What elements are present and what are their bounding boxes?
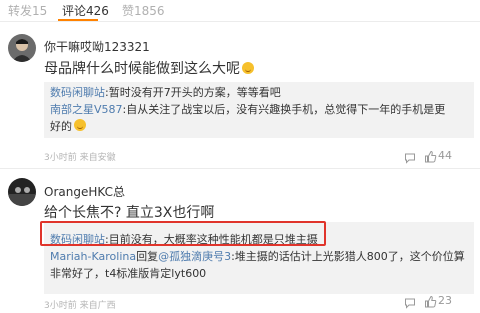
comment-content: 母品牌什么时候能做到这么大呢	[44, 58, 254, 78]
reply-author[interactable]: 数码闲聊站	[50, 86, 105, 99]
tab-reposts[interactable]: 转发15	[8, 2, 47, 19]
avatar[interactable]	[8, 34, 36, 62]
comment-username[interactable]: OrangeHKC总	[44, 183, 125, 200]
reply-text: 非常好了，t4标准版肯定lyt600	[50, 267, 207, 280]
reply-icon[interactable]	[404, 294, 416, 309]
reply-line: 南部之星V587:自从关注了战宝以后，没有兴趣换手机，总觉得下一年的手机是更	[50, 102, 445, 117]
tabs-divider	[0, 21, 480, 22]
comment-content: 给个长焦不? 直立3X也行啊	[44, 205, 215, 221]
comment-meta: 3小时前 来自安徽	[44, 153, 116, 163]
avatar[interactable]	[8, 178, 36, 206]
reply-mention[interactable]: @孤独滴庚号3	[158, 250, 231, 263]
like-count: 44	[438, 149, 452, 162]
reply-author[interactable]: Mariah-Karolina	[50, 250, 136, 263]
comment-username[interactable]: 你干嘛哎呦123321	[44, 38, 150, 55]
thumbs-up-icon[interactable]	[424, 148, 437, 163]
like-count: 23	[438, 294, 452, 307]
reply-icon[interactable]	[404, 149, 416, 164]
reply-text: :自从关注了战宝以后，没有兴趣换手机，总觉得下一年的手机是更	[122, 103, 446, 116]
tab-likes[interactable]: 赞1856	[122, 2, 165, 19]
comment-tabs: 转发15 评论426 赞1856	[0, 0, 480, 21]
reply-text: :暂时没有开7开头的方案，等等看吧	[105, 86, 281, 99]
smile-emoji-icon	[74, 119, 86, 131]
reply-text: :堆主摄的话估计上光影猎人800了，这个价位算	[231, 250, 465, 263]
reply-line: 好的	[50, 119, 86, 134]
reply-line: 数码闲聊站:暂时没有开7开头的方案，等等看吧	[50, 85, 281, 100]
tab-comments[interactable]: 评论426	[62, 2, 109, 19]
highlight-box	[40, 221, 326, 246]
reply-author[interactable]: 南部之星V587	[50, 103, 123, 116]
reply-line: Mariah-Karolina回复@孤独滴庚号3:堆主摄的话估计上光影猎人800…	[50, 249, 465, 264]
reply-line: 非常好了，t4标准版肯定lyt600	[50, 266, 206, 281]
smile-emoji-icon	[242, 62, 254, 74]
reply-text: 回复	[136, 250, 159, 263]
comment-divider	[0, 168, 480, 169]
reply-box[interactable]: 数码闲聊站:暂时没有开7开头的方案，等等看吧 南部之星V587:自从关注了战宝以…	[44, 82, 474, 138]
comment-text: 母品牌什么时候能做到这么大呢	[44, 61, 240, 77]
reply-text: 好的	[50, 120, 72, 133]
